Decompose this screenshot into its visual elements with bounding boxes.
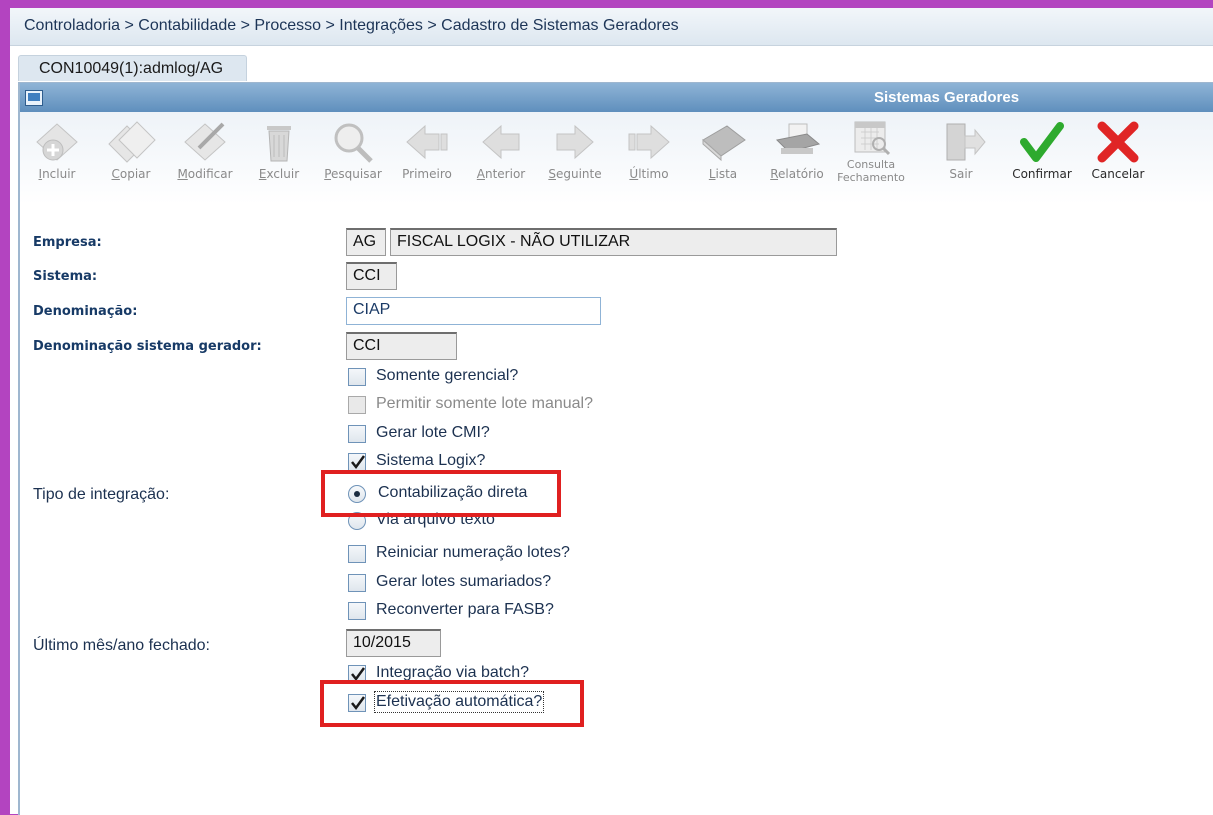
highlight-efetivacao-automatica [320, 680, 584, 727]
page: Controladoria > Contabilidade > Processo… [10, 8, 1213, 815]
permitir-lote-manual-label: Permitir somente lote manual? [376, 395, 593, 412]
empresa-name-field[interactable]: FISCAL LOGIX - NÃO UTILIZAR [390, 228, 837, 256]
tab-con10049[interactable]: CON10049(1):admlog/AG [18, 55, 247, 81]
ultimo-mes-label: Último mês/ano fechado: [33, 637, 210, 654]
cancelar-button[interactable]: Cancelar [1081, 118, 1155, 181]
sistema-field[interactable]: CCI [346, 262, 397, 290]
checkmark-icon [351, 455, 366, 470]
gerar-lotes-sumariados-label: Gerar lotes sumariados? [376, 573, 552, 590]
consulta-label: Consulta [846, 158, 896, 171]
pesquisar-button[interactable]: Pesquisar [316, 118, 390, 181]
reiniciar-numeracao-checkbox[interactable] [348, 545, 366, 563]
somente-gerencial-checkbox[interactable] [348, 368, 366, 386]
empresa-label: Empresa: [33, 235, 102, 250]
somente-gerencial-label: Somente gerencial? [376, 367, 519, 384]
confirmar-button[interactable]: Confirmar [1005, 118, 1079, 181]
gerar-lote-cmi-checkbox[interactable] [348, 425, 366, 443]
empresa-code-field[interactable]: AG [346, 228, 386, 256]
toolbar: Incluir Copiar Modificar Excluir Pesquis… [20, 112, 1213, 204]
fechamento-label: Fechamento [837, 171, 905, 184]
denominacao-sistema-field[interactable]: CCI [346, 332, 457, 360]
denominacao-input[interactable]: CIAP [346, 297, 601, 325]
excluir-button[interactable]: Excluir [242, 118, 316, 181]
copiar-label: Copiar [111, 167, 151, 181]
lista-button[interactable]: Lista [686, 118, 760, 181]
seguinte-label: Seguinte [548, 167, 602, 181]
program-window: Sistemas Geradores Incluir Copiar Modifi… [18, 82, 1213, 815]
edit-document-icon [184, 122, 226, 161]
previous-arrow-icon [482, 124, 520, 160]
sair-label: Sair [949, 167, 973, 181]
sistema-logix-checkbox[interactable] [348, 453, 366, 471]
calendar-search-icon [854, 121, 891, 156]
ultimo-mes-field[interactable]: 10/2015 [346, 629, 441, 657]
anterior-button[interactable]: Anterior [464, 118, 538, 181]
sair-button[interactable]: Sair [924, 118, 998, 181]
trash-icon [267, 126, 291, 162]
incluir-button[interactable]: Incluir [20, 118, 94, 181]
permitir-lote-manual-checkbox[interactable] [348, 396, 366, 414]
denominacao-label: Denominação: [33, 304, 138, 319]
next-arrow-icon [556, 124, 594, 160]
incluir-label: Incluir [38, 167, 76, 181]
breadcrumb: Controladoria > Contabilidade > Processo… [10, 8, 1213, 46]
confirmar-label: Confirmar [1012, 167, 1072, 181]
reconverter-fasb-checkbox[interactable] [348, 602, 366, 620]
relatorio-label: Relatório [770, 167, 824, 181]
copiar-button[interactable]: Copiar [94, 118, 168, 181]
modificar-label: Modificar [177, 167, 233, 181]
book-icon [702, 125, 746, 162]
magnifier-icon [334, 123, 373, 163]
highlight-contabilizacao-direta [321, 470, 561, 517]
window-title: Sistemas Geradores [874, 89, 1020, 106]
primeiro-label: Primeiro [402, 167, 452, 181]
add-document-icon [36, 123, 78, 161]
sistema-logix-label: Sistema Logix? [376, 452, 486, 469]
tipo-integracao-label: Tipo de integração: [33, 486, 170, 503]
cancel-x-icon [1097, 121, 1139, 163]
window-icon[interactable] [25, 90, 43, 106]
printer-icon [775, 123, 821, 154]
primeiro-button[interactable]: Primeiro [390, 118, 464, 181]
seguinte-button[interactable]: Seguinte [538, 118, 612, 181]
anterior-label: Anterior [476, 167, 526, 181]
modificar-button[interactable]: Modificar [168, 118, 242, 181]
reiniciar-numeracao-label: Reiniciar numeração lotes? [376, 544, 570, 561]
first-arrow-icon [406, 124, 448, 160]
reconverter-fasb-label: Reconverter para FASB? [376, 601, 554, 618]
relatorio-button[interactable]: Relatório [760, 118, 834, 181]
copy-document-icon [108, 121, 156, 163]
window-title-bar: Sistemas Geradores [20, 83, 1213, 112]
checkmark-icon [1020, 122, 1064, 162]
exit-door-icon [946, 123, 986, 161]
denominacao-sistema-label: Denominação sistema gerador: [33, 339, 262, 354]
sistema-label: Sistema: [33, 269, 98, 284]
last-arrow-icon [628, 124, 670, 160]
cancelar-label: Cancelar [1091, 167, 1145, 181]
ultimo-button[interactable]: Último [612, 118, 686, 181]
consulta-fechamento-button[interactable]: Consulta Fechamento [834, 118, 908, 184]
excluir-label: Excluir [258, 167, 300, 181]
lista-label: Lista [708, 167, 738, 181]
ultimo-label: Último [629, 167, 669, 181]
pesquisar-label: Pesquisar [324, 167, 382, 181]
gerar-lotes-sumariados-checkbox[interactable] [348, 574, 366, 592]
gerar-lote-cmi-label: Gerar lote CMI? [376, 424, 490, 441]
